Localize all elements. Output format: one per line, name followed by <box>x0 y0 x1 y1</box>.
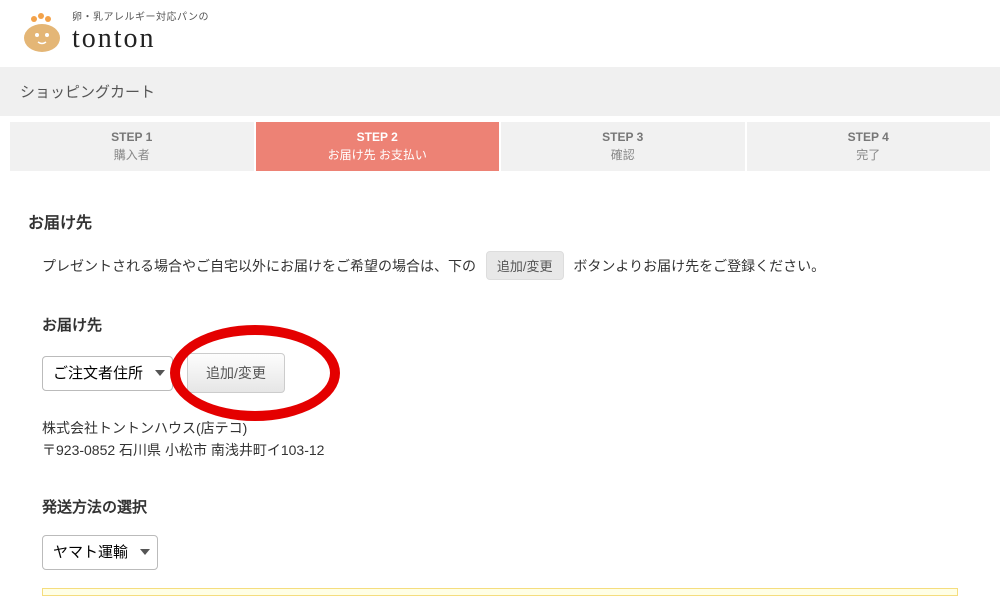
delivery-subheading: お届け先 <box>42 314 972 335</box>
delivery-address-text: 株式会社トントンハウス(店テコ) 〒923-0852 石川県 小松市 南浅井町イ… <box>42 417 972 462</box>
step-sub: 完了 <box>747 146 991 163</box>
shipping-row: ヤマト運輸 <box>42 535 972 570</box>
shipping-select-wrap: ヤマト運輸 <box>42 535 158 570</box>
notice-box <box>42 588 958 596</box>
step-title: STEP 2 <box>256 130 500 144</box>
step-title: STEP 4 <box>747 130 991 144</box>
step-sub: 確認 <box>501 146 745 163</box>
page-title: ショッピングカート <box>20 84 155 101</box>
page-title-bar: ショッピングカート <box>0 67 1000 116</box>
step-2: STEP 2 お届け先 お支払い <box>254 122 500 171</box>
delivery-address-select[interactable]: ご注文者住所 <box>42 356 173 391</box>
brand-name: tonton <box>72 23 209 55</box>
brand-tagline: 卵・乳アレルギー対応パンの <box>72 8 209 23</box>
step-3: STEP 3 確認 <box>499 122 745 171</box>
instruction-suffix: ボタンよりお届け先をご登録ください。 <box>573 258 825 274</box>
step-title: STEP 3 <box>501 130 745 144</box>
address-name: 株式会社トントンハウス(店テコ) <box>42 417 972 439</box>
delivery-instruction: プレゼントされる場合やご自宅以外にお届けをご希望の場合は、下の 追加/変更 ボタ… <box>42 251 972 280</box>
step-1: STEP 1 購入者 <box>10 122 254 171</box>
step-sub: 購入者 <box>10 146 254 163</box>
step-sub: お届け先 お支払い <box>256 146 500 163</box>
instruction-badge: 追加/変更 <box>486 251 564 280</box>
address-controls-row: ご注文者住所 追加/変更 <box>42 353 972 393</box>
step-4: STEP 4 完了 <box>745 122 991 171</box>
logo-icon <box>20 11 64 53</box>
header: 卵・乳アレルギー対応パンの tonton <box>0 0 1000 63</box>
instruction-prefix: プレゼントされる場合やご自宅以外にお届けをご希望の場合は、下の <box>42 258 476 274</box>
step-title: STEP 1 <box>10 130 254 144</box>
shipping-heading: 発送方法の選択 <box>42 496 972 517</box>
shipping-method-select[interactable]: ヤマト運輸 <box>42 535 158 570</box>
add-change-button[interactable]: 追加/変更 <box>187 353 285 393</box>
address-line: 〒923-0852 石川県 小松市 南浅井町イ103-12 <box>42 439 972 461</box>
progress-steps: STEP 1 購入者 STEP 2 お届け先 お支払い STEP 3 確認 ST… <box>10 122 990 171</box>
brand-text: 卵・乳アレルギー対応パンの tonton <box>72 8 209 55</box>
main-content: お届け先 プレゼントされる場合やご自宅以外にお届けをご希望の場合は、下の 追加/… <box>0 171 1000 616</box>
delivery-heading: お届け先 <box>28 209 972 233</box>
address-select-wrap: ご注文者住所 <box>42 356 173 391</box>
